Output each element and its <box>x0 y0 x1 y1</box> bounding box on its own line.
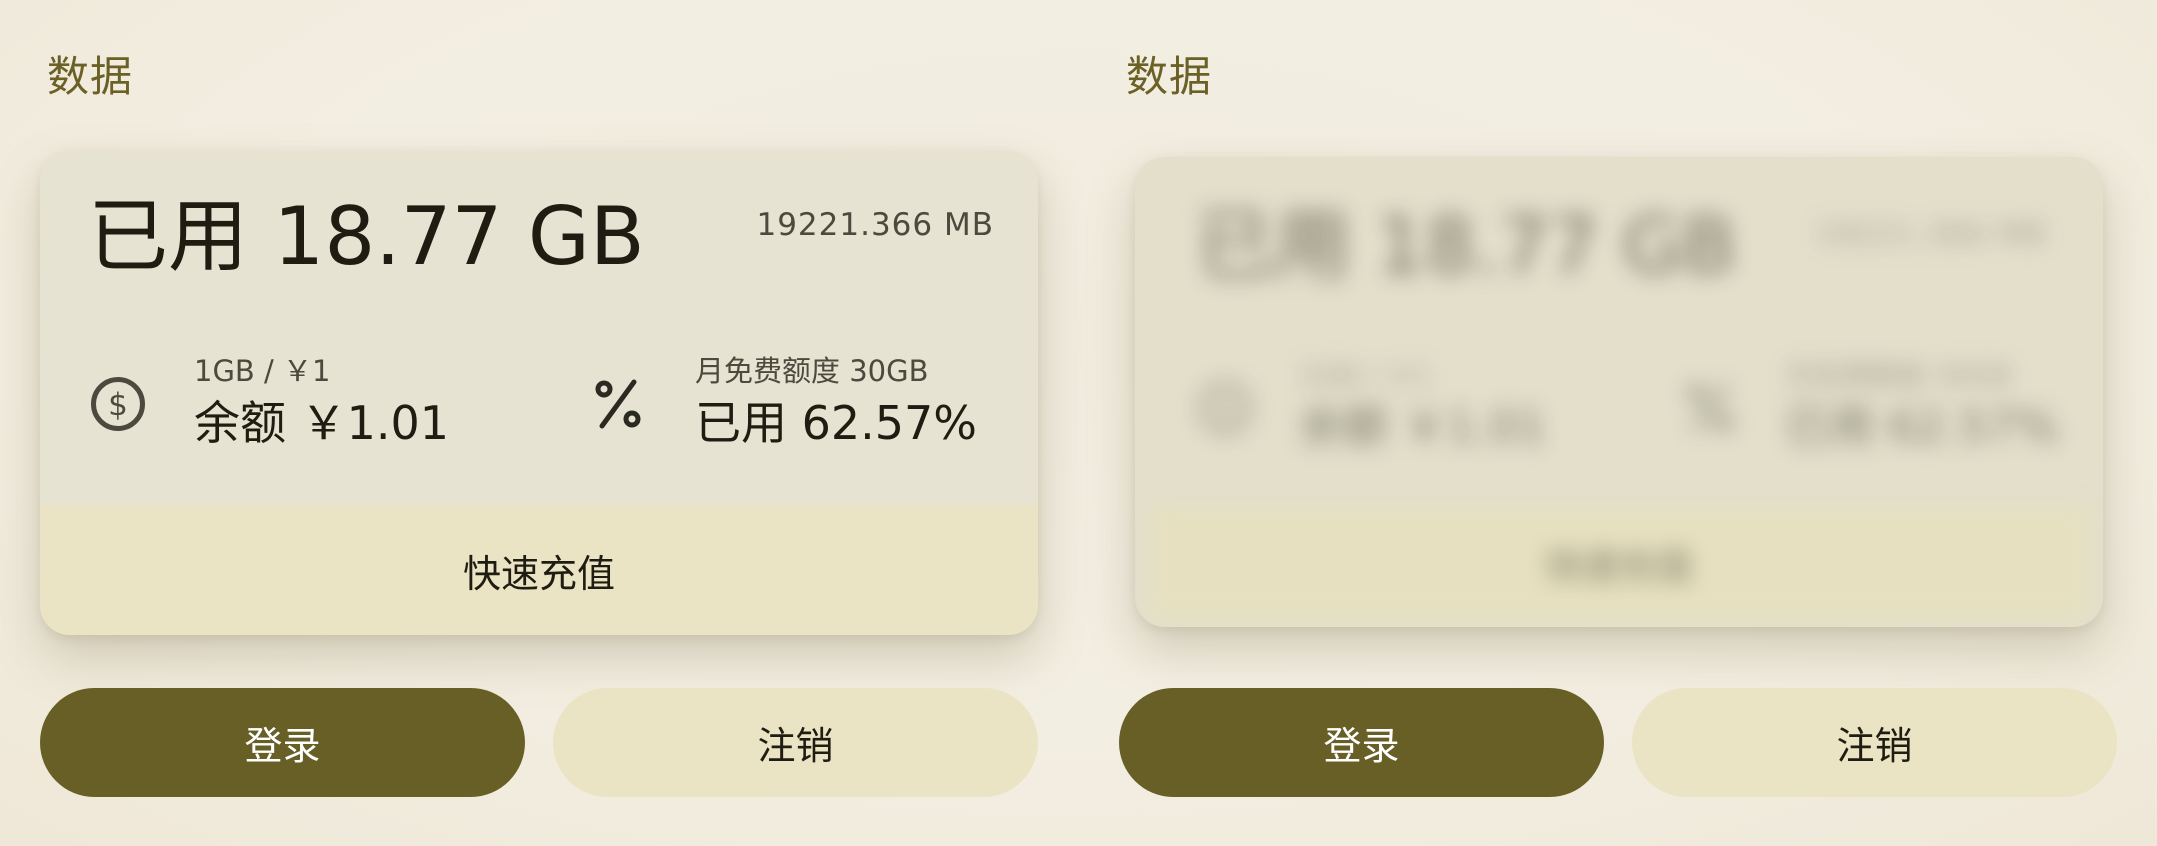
balance-amount: 余额 ￥1.01 <box>1298 400 1547 453</box>
login-button[interactable]: 登录 <box>40 688 525 797</box>
dollar-circle-icon: $ <box>1198 381 1252 435</box>
data-usage-card: 已用 18.77 GB 19221.366 MB $ 1GB / ￥1 余额 ￥… <box>40 151 1038 635</box>
data-panel-left: 数据 已用 18.77 GB 19221.366 MB $ 1GB / ￥1 余… <box>0 0 1078 846</box>
data-usage-card-content: 已用 18.77 GB 19221.366 MB $ 1GB / ￥1 余额 ￥… <box>40 151 1038 635</box>
used-data-amount: 已用 18.77 GB <box>88 190 645 283</box>
quick-recharge-button[interactable]: 快速充值 <box>1149 506 2089 619</box>
section-title: 数据 <box>1126 52 1213 101</box>
data-usage-card-blurred: 已用 18.77 GB 19221.366 MB $ 1GB / ￥1 余额 ￥… <box>1135 157 2103 627</box>
data-usage-card-content: 已用 18.77 GB 19221.366 MB $ 1GB / ￥1 余额 ￥… <box>1149 163 2089 619</box>
svg-text:$: $ <box>108 387 128 423</box>
balance-rate: 1GB / ￥1 <box>1298 359 1432 393</box>
logout-button[interactable]: 注销 <box>1632 688 2117 797</box>
used-data-mb: 19221.366 MB <box>1815 216 2046 252</box>
used-data-amount: 已用 18.77 GB <box>1196 200 1737 291</box>
free-quota-used: 已用 62.57% <box>1784 400 2059 453</box>
section-title: 数据 <box>47 52 134 101</box>
balance-rate: 1GB / ￥1 <box>194 354 331 388</box>
svg-text:$: $ <box>1216 392 1235 427</box>
quick-recharge-button[interactable]: 快速充值 <box>40 505 1038 635</box>
free-quota-label: 月免费额度 30GB <box>1784 359 2012 393</box>
percent-icon <box>595 379 641 429</box>
dollar-circle-icon: $ <box>91 377 145 431</box>
used-data-mb: 19221.366 MB <box>756 207 994 243</box>
data-panel-right: 数据 已用 18.77 GB 19221.366 MB $ 1GB / ￥1 余… <box>1079 0 2157 846</box>
logout-button[interactable]: 注销 <box>553 688 1038 797</box>
free-quota-label: 月免费额度 30GB <box>695 354 929 388</box>
free-quota-used: 已用 62.57% <box>695 396 978 450</box>
balance-amount: 余额 ￥1.01 <box>194 396 450 450</box>
login-button[interactable]: 登录 <box>1119 688 1604 797</box>
percent-icon <box>1688 384 1733 432</box>
